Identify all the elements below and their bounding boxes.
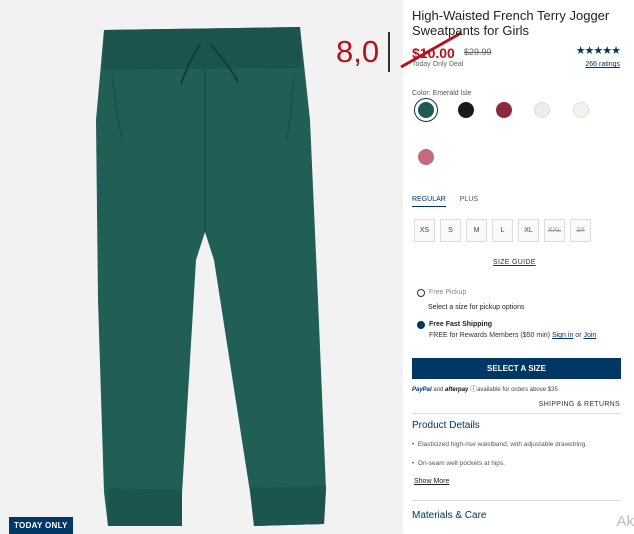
pickup-hint: Select a size for pickup options <box>428 304 525 311</box>
show-more-link[interactable]: Show More <box>414 478 449 485</box>
detail-bullet: • On-seam welt pockets at hips. <box>412 460 505 467</box>
shipping-label: Free Fast Shipping <box>429 321 493 328</box>
ratings-link[interactable]: 266 ratings <box>585 61 620 68</box>
color-swatches <box>412 97 634 197</box>
swatch-burgundy[interactable] <box>496 102 512 118</box>
product-info-panel: High-Waisted French Terry Jogger Sweatpa… <box>412 0 634 534</box>
product-title: High-Waisted French Terry Jogger Sweatpa… <box>412 8 610 38</box>
today-only-badge: TODAY ONLY <box>9 517 73 534</box>
size-selector: XS S M L XL XXL 3X <box>414 219 591 242</box>
tab-plus[interactable]: PLUS <box>460 196 478 206</box>
size-3x[interactable]: 3X <box>570 219 591 242</box>
divider <box>412 413 621 414</box>
and-text: and <box>433 387 444 393</box>
swatch-cream[interactable] <box>534 102 550 118</box>
signin-link[interactable]: Sign in <box>552 332 573 339</box>
size-xs[interactable]: XS <box>414 219 435 242</box>
afterpay-logo: afterpay <box>445 387 469 393</box>
detail-bullet: • Elasticized high-rise waistband, with … <box>412 441 587 448</box>
original-price: $29.99 <box>464 47 492 57</box>
size-l[interactable]: L <box>492 219 513 242</box>
swatch-black[interactable] <box>458 102 474 118</box>
detail-bullet-text: Elasticized high-rise waistband, with ad… <box>417 441 587 448</box>
divider <box>412 500 621 501</box>
paypal-logo: PayPal <box>412 387 432 393</box>
product-details-heading[interactable]: Product Details <box>412 420 480 431</box>
product-image[interactable] <box>0 0 403 534</box>
size-xxl[interactable]: XXL <box>544 219 565 242</box>
tab-regular[interactable]: REGULAR <box>412 196 446 207</box>
info-icon[interactable]: ⓘ <box>470 386 477 393</box>
shipping-returns-link[interactable]: SHIPPING & RETURNS <box>539 401 620 408</box>
size-guide-link[interactable]: SIZE GUIDE <box>493 259 536 266</box>
paypal-note: available for orders above $35 <box>477 387 558 393</box>
detail-bullet-text: On-seam welt pockets at hips. <box>417 460 505 467</box>
price-row: $10.00 $29.99 Today Only Deal ★★★★★ 266 … <box>412 43 634 73</box>
deal-label: Today Only Deal <box>412 61 464 68</box>
materials-care-heading[interactable]: Materials & Care <box>412 510 486 521</box>
annotation-cursor <box>388 32 390 72</box>
swatch-emerald[interactable] <box>414 98 438 122</box>
sale-price: $10.00 <box>412 45 455 61</box>
product-image-panel: TODAY ONLY <box>0 0 403 534</box>
corner-text: Ak <box>616 513 634 530</box>
shipping-radio[interactable] <box>417 321 425 329</box>
annotation-text: 8,0 <box>336 34 380 69</box>
shipping-line: FREE for Rewards Members ($50 min) <box>429 332 550 339</box>
fit-tabs: REGULAR PLUS <box>412 196 490 207</box>
swatch-ivory[interactable] <box>573 102 589 118</box>
select-size-button[interactable]: SELECT A SIZE <box>412 358 621 379</box>
join-link[interactable]: Join <box>583 332 596 339</box>
size-xl[interactable]: XL <box>518 219 539 242</box>
size-s[interactable]: S <box>440 219 461 242</box>
pickup-radio[interactable] <box>417 289 425 297</box>
color-label: Color: Emerald Isle <box>412 90 472 97</box>
or-text: or <box>575 332 582 339</box>
payment-options: PayPal and afterpay ⓘavailable for order… <box>412 384 558 394</box>
pickup-label: Free Pickup <box>429 289 467 296</box>
rating-stars-icon: ★★★★★ <box>575 45 621 57</box>
swatch-rose[interactable] <box>418 149 434 165</box>
size-m[interactable]: M <box>466 219 487 242</box>
shipping-details: FREE for Rewards Members ($50 min) Sign … <box>429 332 596 339</box>
